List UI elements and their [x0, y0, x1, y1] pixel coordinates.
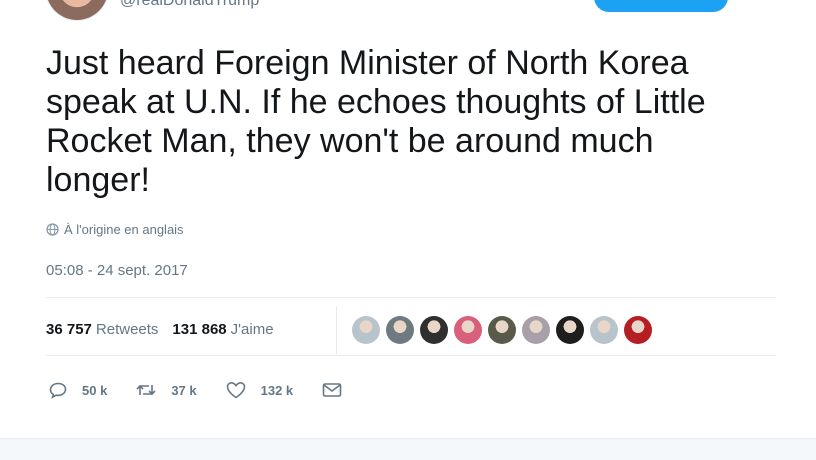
profile-avatar[interactable] — [46, 0, 108, 20]
likes-label: J'aime — [230, 321, 274, 338]
heart-icon — [226, 381, 245, 399]
user-handle[interactable]: @realDonaldTrump — [120, 0, 259, 10]
tweet-text: Just heard Foreign Minister of North Kor… — [46, 44, 706, 199]
like-button[interactable]: 132 k — [225, 380, 294, 400]
retweets-stat[interactable]: 36 757 Retweets — [46, 321, 158, 338]
retweet-count: 37 k — [171, 382, 197, 398]
likes-stat[interactable]: 131 868 J'aime — [172, 321, 273, 338]
liker-avatar-7[interactable] — [556, 316, 584, 344]
liker-avatar-6[interactable] — [522, 316, 550, 344]
likes-count: 131 868 — [172, 321, 227, 338]
liker-avatar-4[interactable] — [454, 316, 482, 344]
tweet-actions: 50 k 37 k 132 k — [48, 380, 385, 400]
direct-message-button[interactable] — [321, 380, 357, 400]
divider-bottom — [46, 355, 776, 356]
follow-button[interactable] — [594, 0, 728, 12]
translation-note: À l'origine en anglais — [46, 222, 184, 237]
liker-avatar-5[interactable] — [488, 316, 516, 344]
bottom-bar — [0, 438, 816, 460]
tweet-stats: 36 757 Retweets 131 868 J'aime — [46, 321, 288, 338]
liker-avatar-1[interactable] — [352, 316, 380, 344]
retweet-button[interactable]: 37 k — [135, 380, 197, 400]
liker-avatar-8[interactable] — [590, 316, 618, 344]
liker-avatar-2[interactable] — [386, 316, 414, 344]
likers-avatars — [352, 316, 652, 344]
retweets-label: Retweets — [95, 321, 159, 338]
like-count: 132 k — [260, 382, 294, 398]
reply-icon — [49, 382, 67, 399]
reply-button[interactable]: 50 k — [48, 380, 107, 400]
tweet-timestamp[interactable]: 05:08 - 24 sept. 2017 — [46, 262, 188, 279]
retweet-icon — [136, 384, 156, 396]
envelope-icon — [322, 383, 342, 397]
liker-avatar-3[interactable] — [420, 316, 448, 344]
divider-top — [46, 297, 776, 298]
translation-note-text[interactable]: À l'origine en anglais — [64, 222, 184, 237]
liker-avatar-9[interactable] — [624, 316, 652, 344]
stats-separator — [336, 306, 337, 354]
globe-icon — [46, 223, 59, 236]
reply-count: 50 k — [82, 382, 108, 398]
retweets-count: 36 757 — [46, 321, 92, 338]
